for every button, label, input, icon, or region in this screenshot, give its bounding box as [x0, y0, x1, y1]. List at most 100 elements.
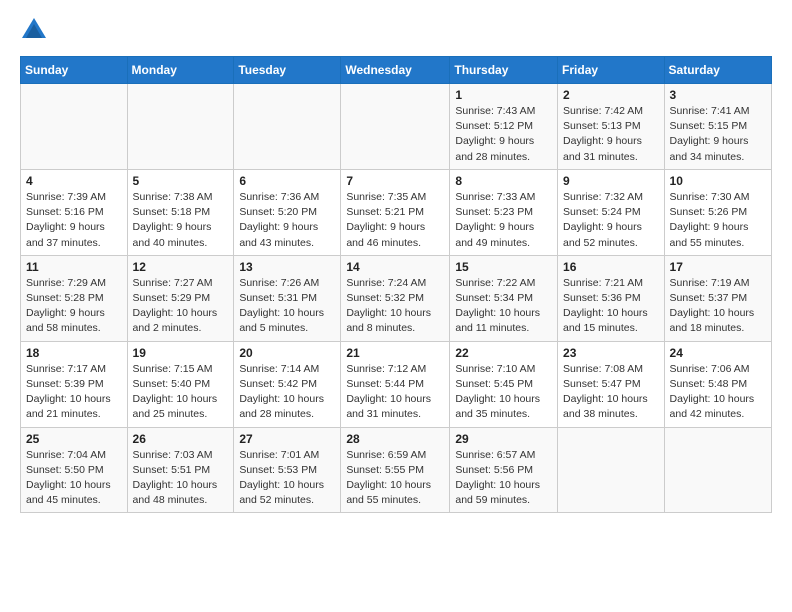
- calendar-cell: 15Sunrise: 7:22 AM Sunset: 5:34 PM Dayli…: [450, 255, 558, 341]
- day-number: 4: [26, 174, 122, 188]
- calendar-cell: [234, 84, 341, 170]
- calendar-cell: 10 Sunrise: 7:30 AM Sunset: 5:26 PM Dayli…: [664, 169, 771, 255]
- calendar-cell: 7 Sunrise: 7:35 AM Sunset: 5:21 PM Daylig…: [341, 169, 450, 255]
- calendar-cell: 2 Sunrise: 7:42 AM Sunset: 5:13 PM Daylig…: [558, 84, 665, 170]
- page-header: [20, 16, 772, 44]
- day-number: 18: [26, 346, 122, 360]
- day-info: Sunrise: 7:03 AM Sunset: 5:51 PM Dayligh…: [133, 448, 229, 509]
- day-info: Sunrise: 7:10 AM Sunset: 5:45 PM Dayligh…: [455, 362, 552, 423]
- day-number: 24: [670, 346, 766, 360]
- calendar-cell: 28 Sunrise: 6:59 AM Sunset: 5:55 PM Dayli…: [341, 427, 450, 513]
- day-number: 2: [563, 88, 659, 102]
- calendar-cell: 29 Sunrise: 6:57 AM Sunset: 5:56 PM Dayli…: [450, 427, 558, 513]
- day-info: Sunrise: 7:08 AM Sunset: 5:47 PM Dayligh…: [563, 362, 659, 423]
- day-number: 6: [239, 174, 335, 188]
- day-number: 14: [346, 260, 444, 274]
- day-number: 17: [670, 260, 766, 274]
- day-info: Sunrise: 7:01 AM Sunset: 5:53 PM Dayligh…: [239, 448, 335, 509]
- calendar-cell: [21, 84, 128, 170]
- calendar-cell: 16 Sunrise: 7:21 AM Sunset: 5:36 PM Dayli…: [558, 255, 665, 341]
- calendar-cell: 25Sunrise: 7:04 AM Sunset: 5:50 PM Dayli…: [21, 427, 128, 513]
- day-info: Sunrise: 7:39 AM Sunset: 5:16 PM Dayligh…: [26, 190, 122, 251]
- day-info: Sunrise: 7:19 AM Sunset: 5:37 PM Dayligh…: [670, 276, 766, 337]
- day-number: 7: [346, 174, 444, 188]
- day-number: 22: [455, 346, 552, 360]
- weekday-header-friday: Friday: [558, 57, 665, 84]
- day-number: 11: [26, 260, 122, 274]
- day-info: Sunrise: 7:41 AM Sunset: 5:15 PM Dayligh…: [670, 104, 766, 165]
- logo: [20, 16, 52, 44]
- logo-icon: [20, 16, 48, 44]
- calendar-cell: 5Sunrise: 7:38 AM Sunset: 5:18 PM Daylig…: [127, 169, 234, 255]
- day-info: Sunrise: 7:33 AM Sunset: 5:23 PM Dayligh…: [455, 190, 552, 251]
- day-number: 26: [133, 432, 229, 446]
- calendar-cell: 1 Sunrise: 7:43 AM Sunset: 5:12 PM Daylig…: [450, 84, 558, 170]
- day-info: Sunrise: 7:27 AM Sunset: 5:29 PM Dayligh…: [133, 276, 229, 337]
- calendar-cell: 23 Sunrise: 7:08 AM Sunset: 5:47 PM Dayli…: [558, 341, 665, 427]
- day-info: Sunrise: 7:15 AM Sunset: 5:40 PM Dayligh…: [133, 362, 229, 423]
- calendar-cell: [664, 427, 771, 513]
- calendar-cell: 4 Sunrise: 7:39 AM Sunset: 5:16 PM Daylig…: [21, 169, 128, 255]
- calendar-cell: 11 Sunrise: 7:29 AM Sunset: 5:28 PM Dayli…: [21, 255, 128, 341]
- day-info: Sunrise: 7:12 AM Sunset: 5:44 PM Dayligh…: [346, 362, 444, 423]
- day-info: Sunrise: 7:30 AM Sunset: 5:26 PM Dayligh…: [670, 190, 766, 251]
- day-number: 21: [346, 346, 444, 360]
- day-number: 5: [133, 174, 229, 188]
- weekday-header-row: SundayMondayTuesdayWednesdayThursdayFrid…: [21, 57, 772, 84]
- day-number: 9: [563, 174, 659, 188]
- day-info: Sunrise: 7:21 AM Sunset: 5:36 PM Dayligh…: [563, 276, 659, 337]
- calendar-cell: 8 Sunrise: 7:33 AM Sunset: 5:23 PM Daylig…: [450, 169, 558, 255]
- calendar-cell: 3 Sunrise: 7:41 AM Sunset: 5:15 PM Daylig…: [664, 84, 771, 170]
- day-info: Sunrise: 7:42 AM Sunset: 5:13 PM Dayligh…: [563, 104, 659, 165]
- day-info: Sunrise: 7:32 AM Sunset: 5:24 PM Dayligh…: [563, 190, 659, 251]
- day-number: 29: [455, 432, 552, 446]
- day-info: Sunrise: 7:17 AM Sunset: 5:39 PM Dayligh…: [26, 362, 122, 423]
- calendar-week-row: 11 Sunrise: 7:29 AM Sunset: 5:28 PM Dayli…: [21, 255, 772, 341]
- weekday-header-sunday: Sunday: [21, 57, 128, 84]
- calendar-cell: 19 Sunrise: 7:15 AM Sunset: 5:40 PM Dayli…: [127, 341, 234, 427]
- day-info: Sunrise: 6:59 AM Sunset: 5:55 PM Dayligh…: [346, 448, 444, 509]
- day-number: 3: [670, 88, 766, 102]
- day-number: 12: [133, 260, 229, 274]
- calendar-cell: 17 Sunrise: 7:19 AM Sunset: 5:37 PM Dayli…: [664, 255, 771, 341]
- calendar-cell: [341, 84, 450, 170]
- calendar-cell: 27 Sunrise: 7:01 AM Sunset: 5:53 PM Dayli…: [234, 427, 341, 513]
- day-info: Sunrise: 7:29 AM Sunset: 5:28 PM Dayligh…: [26, 276, 122, 337]
- day-info: Sunrise: 6:57 AM Sunset: 5:56 PM Dayligh…: [455, 448, 552, 509]
- day-number: 19: [133, 346, 229, 360]
- calendar-cell: 9 Sunrise: 7:32 AM Sunset: 5:24 PM Daylig…: [558, 169, 665, 255]
- calendar-cell: 21 Sunrise: 7:12 AM Sunset: 5:44 PM Dayli…: [341, 341, 450, 427]
- day-info: Sunrise: 7:43 AM Sunset: 5:12 PM Dayligh…: [455, 104, 552, 165]
- day-number: 13: [239, 260, 335, 274]
- calendar-cell: 13 Sunrise: 7:26 AM Sunset: 5:31 PM Dayli…: [234, 255, 341, 341]
- weekday-header-tuesday: Tuesday: [234, 57, 341, 84]
- weekday-header-thursday: Thursday: [450, 57, 558, 84]
- calendar-week-row: 18 Sunrise: 7:17 AM Sunset: 5:39 PM Dayli…: [21, 341, 772, 427]
- day-info: Sunrise: 7:26 AM Sunset: 5:31 PM Dayligh…: [239, 276, 335, 337]
- day-info: Sunrise: 7:14 AM Sunset: 5:42 PM Dayligh…: [239, 362, 335, 423]
- calendar-cell: 6Sunrise: 7:36 AM Sunset: 5:20 PM Daylig…: [234, 169, 341, 255]
- weekday-header-wednesday: Wednesday: [341, 57, 450, 84]
- day-number: 27: [239, 432, 335, 446]
- calendar-week-row: 1 Sunrise: 7:43 AM Sunset: 5:12 PM Daylig…: [21, 84, 772, 170]
- day-number: 1: [455, 88, 552, 102]
- day-info: Sunrise: 7:06 AM Sunset: 5:48 PM Dayligh…: [670, 362, 766, 423]
- day-number: 8: [455, 174, 552, 188]
- day-number: 23: [563, 346, 659, 360]
- day-number: 16: [563, 260, 659, 274]
- calendar-cell: [558, 427, 665, 513]
- day-number: 10: [670, 174, 766, 188]
- calendar-cell: 12 Sunrise: 7:27 AM Sunset: 5:29 PM Dayli…: [127, 255, 234, 341]
- day-info: Sunrise: 7:22 AM Sunset: 5:34 PM Dayligh…: [455, 276, 552, 337]
- calendar-cell: 24 Sunrise: 7:06 AM Sunset: 5:48 PM Dayli…: [664, 341, 771, 427]
- calendar-table: SundayMondayTuesdayWednesdayThursdayFrid…: [20, 56, 772, 513]
- calendar-cell: 22 Sunrise: 7:10 AM Sunset: 5:45 PM Dayli…: [450, 341, 558, 427]
- calendar-cell: 26 Sunrise: 7:03 AM Sunset: 5:51 PM Dayli…: [127, 427, 234, 513]
- day-number: 20: [239, 346, 335, 360]
- weekday-header-saturday: Saturday: [664, 57, 771, 84]
- day-number: 28: [346, 432, 444, 446]
- calendar-week-row: 25Sunrise: 7:04 AM Sunset: 5:50 PM Dayli…: [21, 427, 772, 513]
- day-info: Sunrise: 7:35 AM Sunset: 5:21 PM Dayligh…: [346, 190, 444, 251]
- day-info: Sunrise: 7:24 AM Sunset: 5:32 PM Dayligh…: [346, 276, 444, 337]
- calendar-cell: [127, 84, 234, 170]
